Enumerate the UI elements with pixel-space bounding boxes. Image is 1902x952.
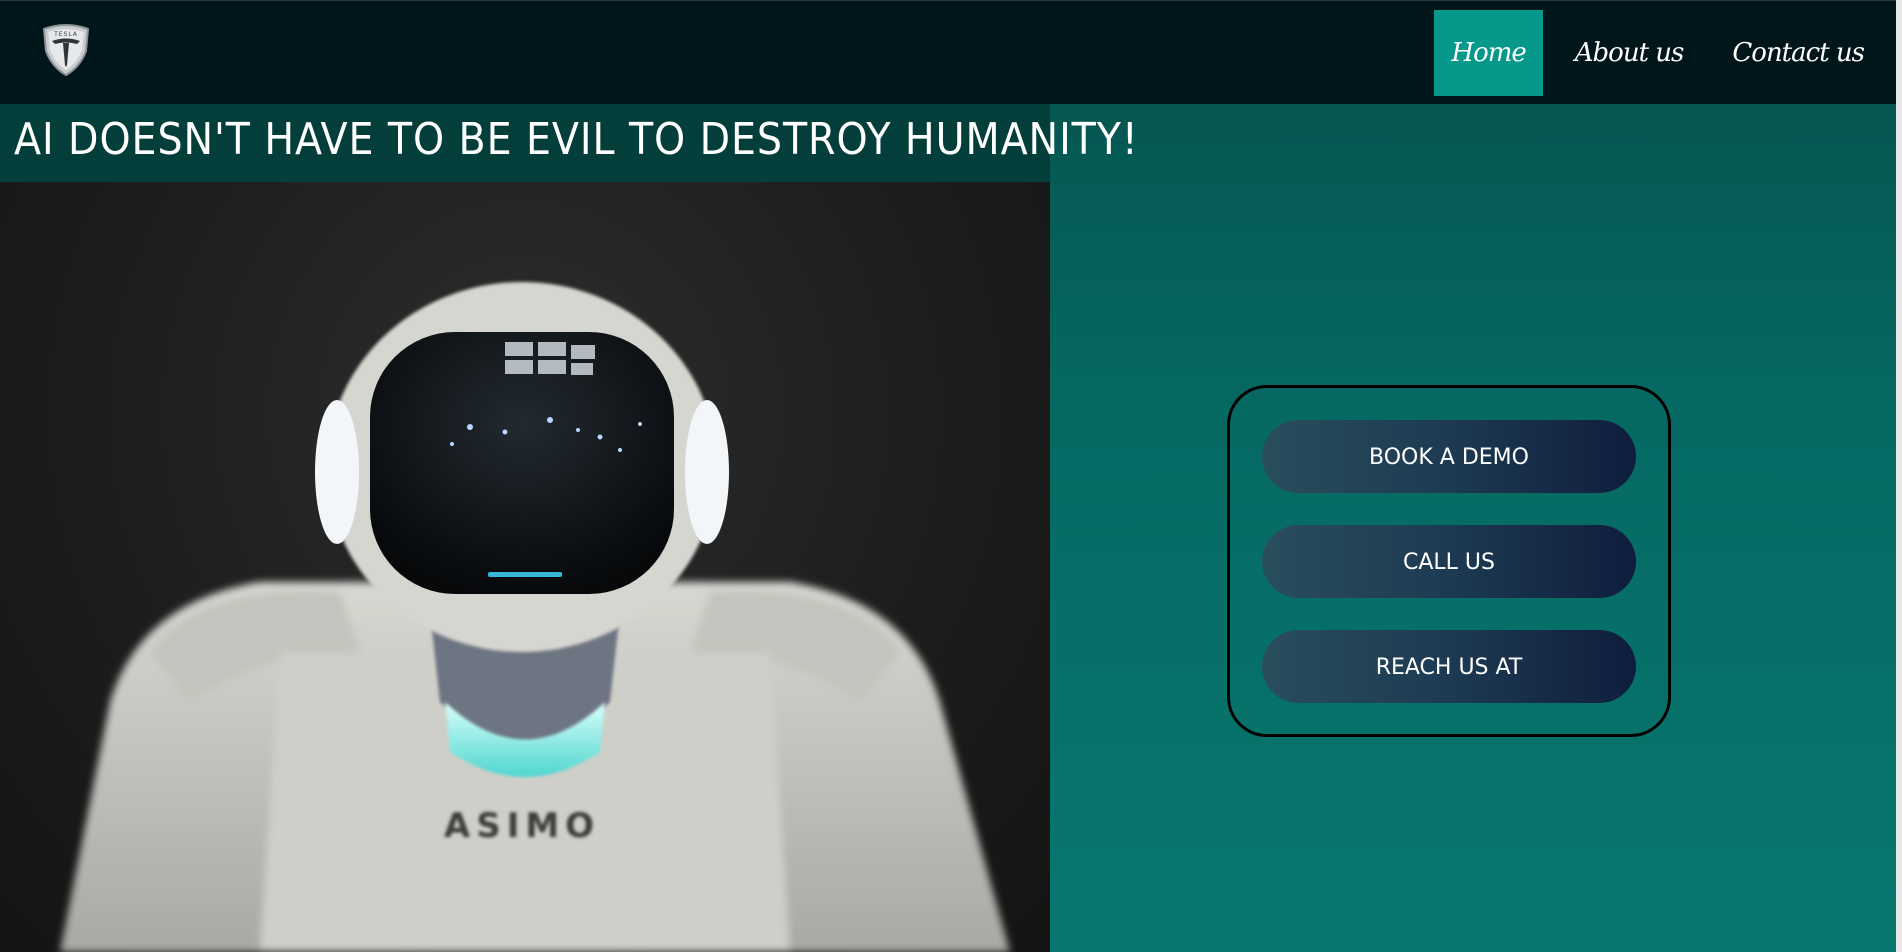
robot-hero-image: ASIMO bbox=[0, 182, 1050, 952]
call-us-button[interactable]: CALL US bbox=[1262, 525, 1636, 598]
book-demo-button[interactable]: BOOK A DEMO bbox=[1262, 420, 1636, 493]
reach-us-button[interactable]: REACH US AT bbox=[1262, 630, 1636, 703]
nav-home-link[interactable]: Home bbox=[1434, 10, 1543, 96]
chest-lettering: ASIMO bbox=[444, 806, 600, 846]
nav-contact-link[interactable]: Contact us bbox=[1715, 10, 1881, 96]
page-headline: AI DOESN'T HAVE TO BE EVIL TO DESTROY HU… bbox=[14, 114, 1139, 165]
vertical-scrollbar[interactable] bbox=[1896, 0, 1902, 952]
logo-wordmark: TESLA bbox=[53, 31, 78, 38]
cta-panel: BOOK A DEMO CALL US REACH US AT bbox=[1227, 385, 1671, 737]
top-navbar: TESLA Home About us Contact us bbox=[0, 0, 1896, 104]
nav-links: Home About us Contact us bbox=[1434, 10, 1896, 96]
nav-about-link[interactable]: About us bbox=[1558, 10, 1701, 96]
robot-illustration: ASIMO bbox=[60, 282, 1010, 952]
tesla-logo-icon[interactable]: TESLA bbox=[40, 23, 92, 77]
headline-banner: AI DOESN'T HAVE TO BE EVIL TO DESTROY HU… bbox=[0, 104, 1138, 182]
